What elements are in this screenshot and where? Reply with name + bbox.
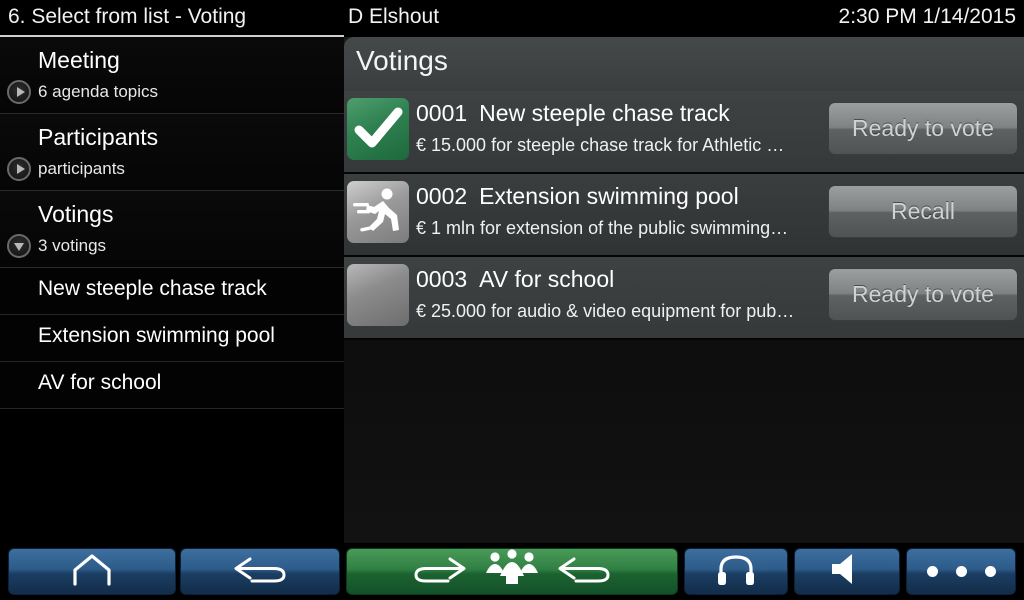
voting-row-name: AV for school — [479, 266, 615, 292]
sidebar-group-subtitle: 6 agenda topics — [38, 82, 159, 101]
headset-button[interactable] — [684, 548, 788, 595]
main-panel: Votings 0001 New steeple chase track € 15… — [344, 37, 1024, 543]
voting-row-number: 0002 — [416, 183, 468, 209]
recall-button[interactable]: Recall — [828, 185, 1018, 238]
back-button[interactable] — [180, 548, 340, 595]
voting-row-title: 0002 Extension swimming pool — [416, 183, 739, 210]
clock-label: 2:30 PM 1/14/2015 — [838, 5, 1016, 28]
voting-row-title: 0001 New steeple chase track — [416, 100, 730, 127]
chevron-down-icon[interactable] — [7, 234, 31, 258]
voting-list: 0001 New steeple chase track € 15.000 for… — [344, 91, 1024, 340]
voting-row-description: € 25.000 for audio & video equipment for… — [416, 301, 795, 321]
sidebar-item-av-for-school[interactable]: AV for school — [0, 362, 344, 409]
people-group-icon — [484, 549, 540, 594]
page-title: 6. Select from list - Voting — [8, 5, 247, 28]
sidebar-group-title: Participants — [38, 124, 159, 150]
voting-row-description: € 15.000 for steeple chase track for Ath… — [416, 135, 785, 155]
voting-row-name: New steeple chase track — [479, 100, 730, 126]
sidebar-item-label: AV for school — [38, 371, 162, 394]
main-header: Votings — [344, 37, 1024, 91]
voting-row[interactable]: 0003 AV for school € 25.000 for audio & v… — [344, 257, 1024, 340]
sidebar: Meeting 6 agenda topics Participants par… — [0, 37, 344, 543]
voting-row-description: € 1 mln for extension of the public swim… — [416, 218, 789, 238]
sidebar-group-participants[interactable]: Participants participants — [0, 114, 344, 191]
current-user-label: D Elshout — [348, 5, 440, 28]
bottom-toolbar — [0, 543, 1024, 600]
sidebar-item-label: New steeple chase track — [38, 277, 267, 300]
sidebar-group-subtitle: 3 votings — [38, 236, 107, 255]
ellipsis-icon — [926, 566, 996, 577]
voting-row-title: 0003 AV for school — [416, 266, 614, 293]
ready-to-vote-button[interactable]: Ready to vote — [828, 102, 1018, 155]
home-icon — [70, 552, 114, 591]
title-bar: 6. Select from list - Voting D Elshout 2… — [0, 0, 1024, 37]
voting-row[interactable]: 0002 Extension swimming pool € 1 mln for … — [344, 174, 1024, 257]
running-person-icon — [347, 181, 409, 243]
forward-arrow-icon — [408, 553, 470, 590]
app-root: 6. Select from list - Voting D Elshout 2… — [0, 0, 1024, 600]
checkmark-icon — [347, 98, 409, 160]
sidebar-group-subtitle: participants — [38, 159, 125, 178]
sidebar-group-meeting[interactable]: Meeting 6 agenda topics — [0, 37, 344, 114]
more-button[interactable] — [906, 548, 1016, 595]
blank-icon — [347, 264, 409, 326]
back-arrow-icon — [554, 553, 616, 590]
sidebar-group-title: Meeting — [38, 47, 120, 73]
voting-row-number: 0003 — [416, 266, 468, 292]
voting-row[interactable]: 0001 New steeple chase track € 15.000 for… — [344, 91, 1024, 174]
chevron-right-icon[interactable] — [7, 80, 31, 104]
ready-to-vote-button[interactable]: Ready to vote — [828, 268, 1018, 321]
sidebar-empty-area — [0, 409, 344, 543]
back-arrow-icon — [230, 553, 290, 590]
speaker-icon — [826, 552, 868, 591]
home-button[interactable] — [8, 548, 176, 595]
request-to-speak-button[interactable] — [346, 548, 678, 595]
voting-row-name: Extension swimming pool — [479, 183, 739, 209]
main-header-title: Votings — [356, 45, 448, 76]
sidebar-item-extension-swimming-pool[interactable]: Extension swimming pool — [0, 315, 344, 362]
sidebar-group-votings[interactable]: Votings 3 votings — [0, 191, 344, 268]
chevron-right-icon[interactable] — [7, 157, 31, 181]
voting-row-number: 0001 — [416, 100, 468, 126]
sidebar-group-title: Votings — [38, 201, 114, 227]
headphones-icon — [716, 552, 756, 591]
sidebar-item-new-steeple-chase-track[interactable]: New steeple chase track — [0, 268, 344, 315]
sidebar-item-label: Extension swimming pool — [38, 324, 275, 347]
volume-button[interactable] — [794, 548, 900, 595]
